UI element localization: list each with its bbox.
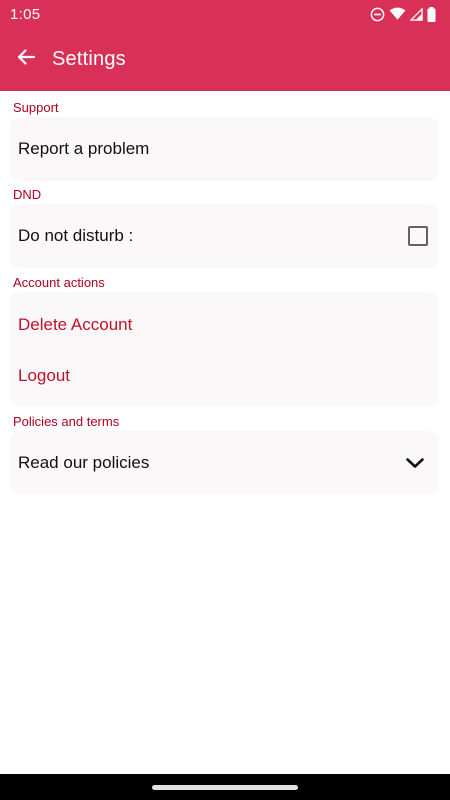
account-actions-card: Delete Account Logout: [10, 292, 439, 407]
status-bar: 1:05: [0, 0, 450, 28]
status-time: 1:05: [10, 5, 41, 23]
do-not-disturb-label: Do not disturb :: [18, 226, 134, 245]
back-button[interactable]: [0, 28, 52, 91]
wifi-icon: [389, 7, 406, 21]
home-gesture-handle[interactable]: [152, 784, 298, 790]
signal-icon: [410, 7, 423, 21]
chevron-down-icon[interactable]: [405, 456, 425, 470]
delete-account-item[interactable]: Delete Account: [18, 300, 431, 350]
read-policies-item[interactable]: Read our policies: [18, 431, 431, 495]
dnd-card: Do not disturb :: [10, 204, 439, 268]
delete-account-label: Delete Account: [18, 315, 133, 334]
read-policies-label: Read our policies: [18, 453, 150, 472]
page-title: Settings: [52, 48, 126, 70]
screen: 1:05 Settings Support Report a problem D…: [0, 0, 450, 800]
report-problem-label: Report a problem: [18, 139, 150, 158]
section-header-account-actions: Account actions: [13, 275, 105, 290]
status-icons: [370, 6, 436, 22]
app-bar: Settings: [0, 28, 450, 91]
logout-item[interactable]: Logout: [18, 351, 431, 401]
support-card: Report a problem: [10, 117, 439, 181]
policies-card: Read our policies: [10, 431, 439, 495]
report-problem-item[interactable]: Report a problem: [18, 117, 431, 181]
do-not-disturb-checkbox[interactable]: [408, 226, 428, 246]
section-header-policies: Policies and terms: [13, 414, 120, 429]
battery-icon: [427, 6, 436, 22]
arrow-left-icon: [16, 47, 36, 72]
logout-label: Logout: [18, 366, 70, 385]
section-header-support: Support: [13, 100, 59, 115]
section-header-dnd: DND: [13, 187, 42, 202]
do-not-disturb-row[interactable]: Do not disturb :: [18, 204, 431, 268]
system-nav-bar: [0, 774, 450, 800]
do-not-disturb-icon: [370, 7, 385, 22]
